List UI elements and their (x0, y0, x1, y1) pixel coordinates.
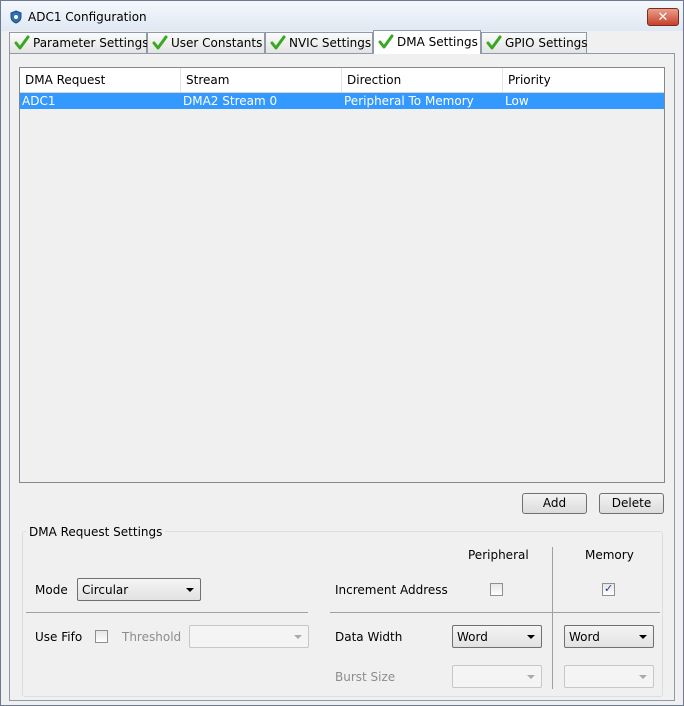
chevron-down-icon (186, 588, 194, 592)
cell-stream: DMA2 Stream 0 (183, 94, 278, 108)
tab-nvic-settings[interactable]: NVIC Settings (265, 32, 373, 53)
memory-header: Memory (585, 548, 634, 562)
increment-address-label: Increment Address (335, 583, 448, 597)
mode-select[interactable]: Circular (77, 578, 201, 601)
data-width-memory-select[interactable]: Word (564, 625, 654, 648)
row-divider-left (26, 612, 308, 613)
increment-peripheral-checkbox[interactable] (490, 583, 503, 596)
table-row[interactable]: ADC1 DMA2 Stream 0 Peripheral To Memory … (20, 93, 664, 109)
column-header-priority[interactable]: Priority (503, 68, 664, 92)
threshold-label: Threshold (122, 630, 182, 644)
app-shield-icon (10, 10, 22, 24)
tab-dma-settings[interactable]: DMA Settings (373, 30, 481, 54)
tab-label: User Constants (171, 36, 263, 50)
checkmark-icon: ✓ (604, 582, 614, 595)
close-icon: ✕ (657, 10, 669, 25)
cell-priority: Low (505, 94, 529, 108)
column-header-direction[interactable]: Direction (342, 68, 503, 92)
check-icon (152, 35, 168, 50)
cell-direction: Peripheral To Memory (344, 94, 474, 108)
table-header: DMA Request Stream Direction Priority (20, 68, 664, 93)
window-title: ADC1 Configuration (28, 10, 147, 24)
tab-gpio-settings[interactable]: GPIO Settings (481, 32, 588, 53)
close-button[interactable]: ✕ (647, 8, 679, 26)
tab-parameter-settings[interactable]: Parameter Settings (9, 32, 149, 53)
data-width-peripheral-select[interactable]: Word (452, 625, 542, 648)
group-title: DMA Request Settings (26, 525, 166, 539)
add-button[interactable]: Add (522, 493, 587, 514)
chevron-down-icon (639, 675, 647, 679)
title-bar: ADC1 Configuration ✕ (1, 1, 683, 31)
dma-request-table[interactable]: DMA Request Stream Direction Priority AD… (19, 67, 665, 483)
data-width-peripheral-value: Word (457, 630, 488, 644)
chevron-down-icon (527, 635, 535, 639)
burst-size-peripheral-select[interactable] (452, 665, 542, 688)
tab-user-constants[interactable]: User Constants (147, 32, 265, 53)
row-divider-right (330, 612, 660, 613)
tab-label: DMA Settings (397, 35, 478, 49)
chevron-down-icon (294, 635, 302, 639)
burst-size-label: Burst Size (335, 670, 396, 684)
tab-label: NVIC Settings (289, 36, 372, 50)
peripheral-header: Peripheral (468, 548, 529, 562)
column-divider (552, 547, 553, 689)
increment-memory-checkbox[interactable]: ✓ (602, 582, 615, 596)
column-header-dma-request[interactable]: DMA Request (20, 68, 181, 92)
check-icon (270, 35, 286, 50)
delete-button[interactable]: Delete (599, 493, 664, 514)
chevron-down-icon (527, 675, 535, 679)
check-icon (14, 35, 30, 50)
threshold-select[interactable] (189, 625, 309, 648)
data-width-label: Data Width (335, 630, 403, 644)
tab-label: GPIO Settings (505, 36, 588, 50)
use-fifo-checkbox[interactable] (95, 630, 108, 643)
burst-size-memory-select[interactable] (564, 665, 654, 688)
check-icon (378, 34, 394, 49)
column-header-stream[interactable]: Stream (181, 68, 342, 92)
check-icon (486, 35, 502, 50)
mode-label: Mode (35, 583, 68, 597)
use-fifo-label: Use Fifo (35, 630, 83, 644)
data-width-memory-value: Word (569, 630, 600, 644)
mode-value: Circular (82, 583, 129, 597)
cell-dma-request: ADC1 (22, 94, 56, 108)
chevron-down-icon (639, 635, 647, 639)
tab-label: Parameter Settings (33, 36, 149, 50)
